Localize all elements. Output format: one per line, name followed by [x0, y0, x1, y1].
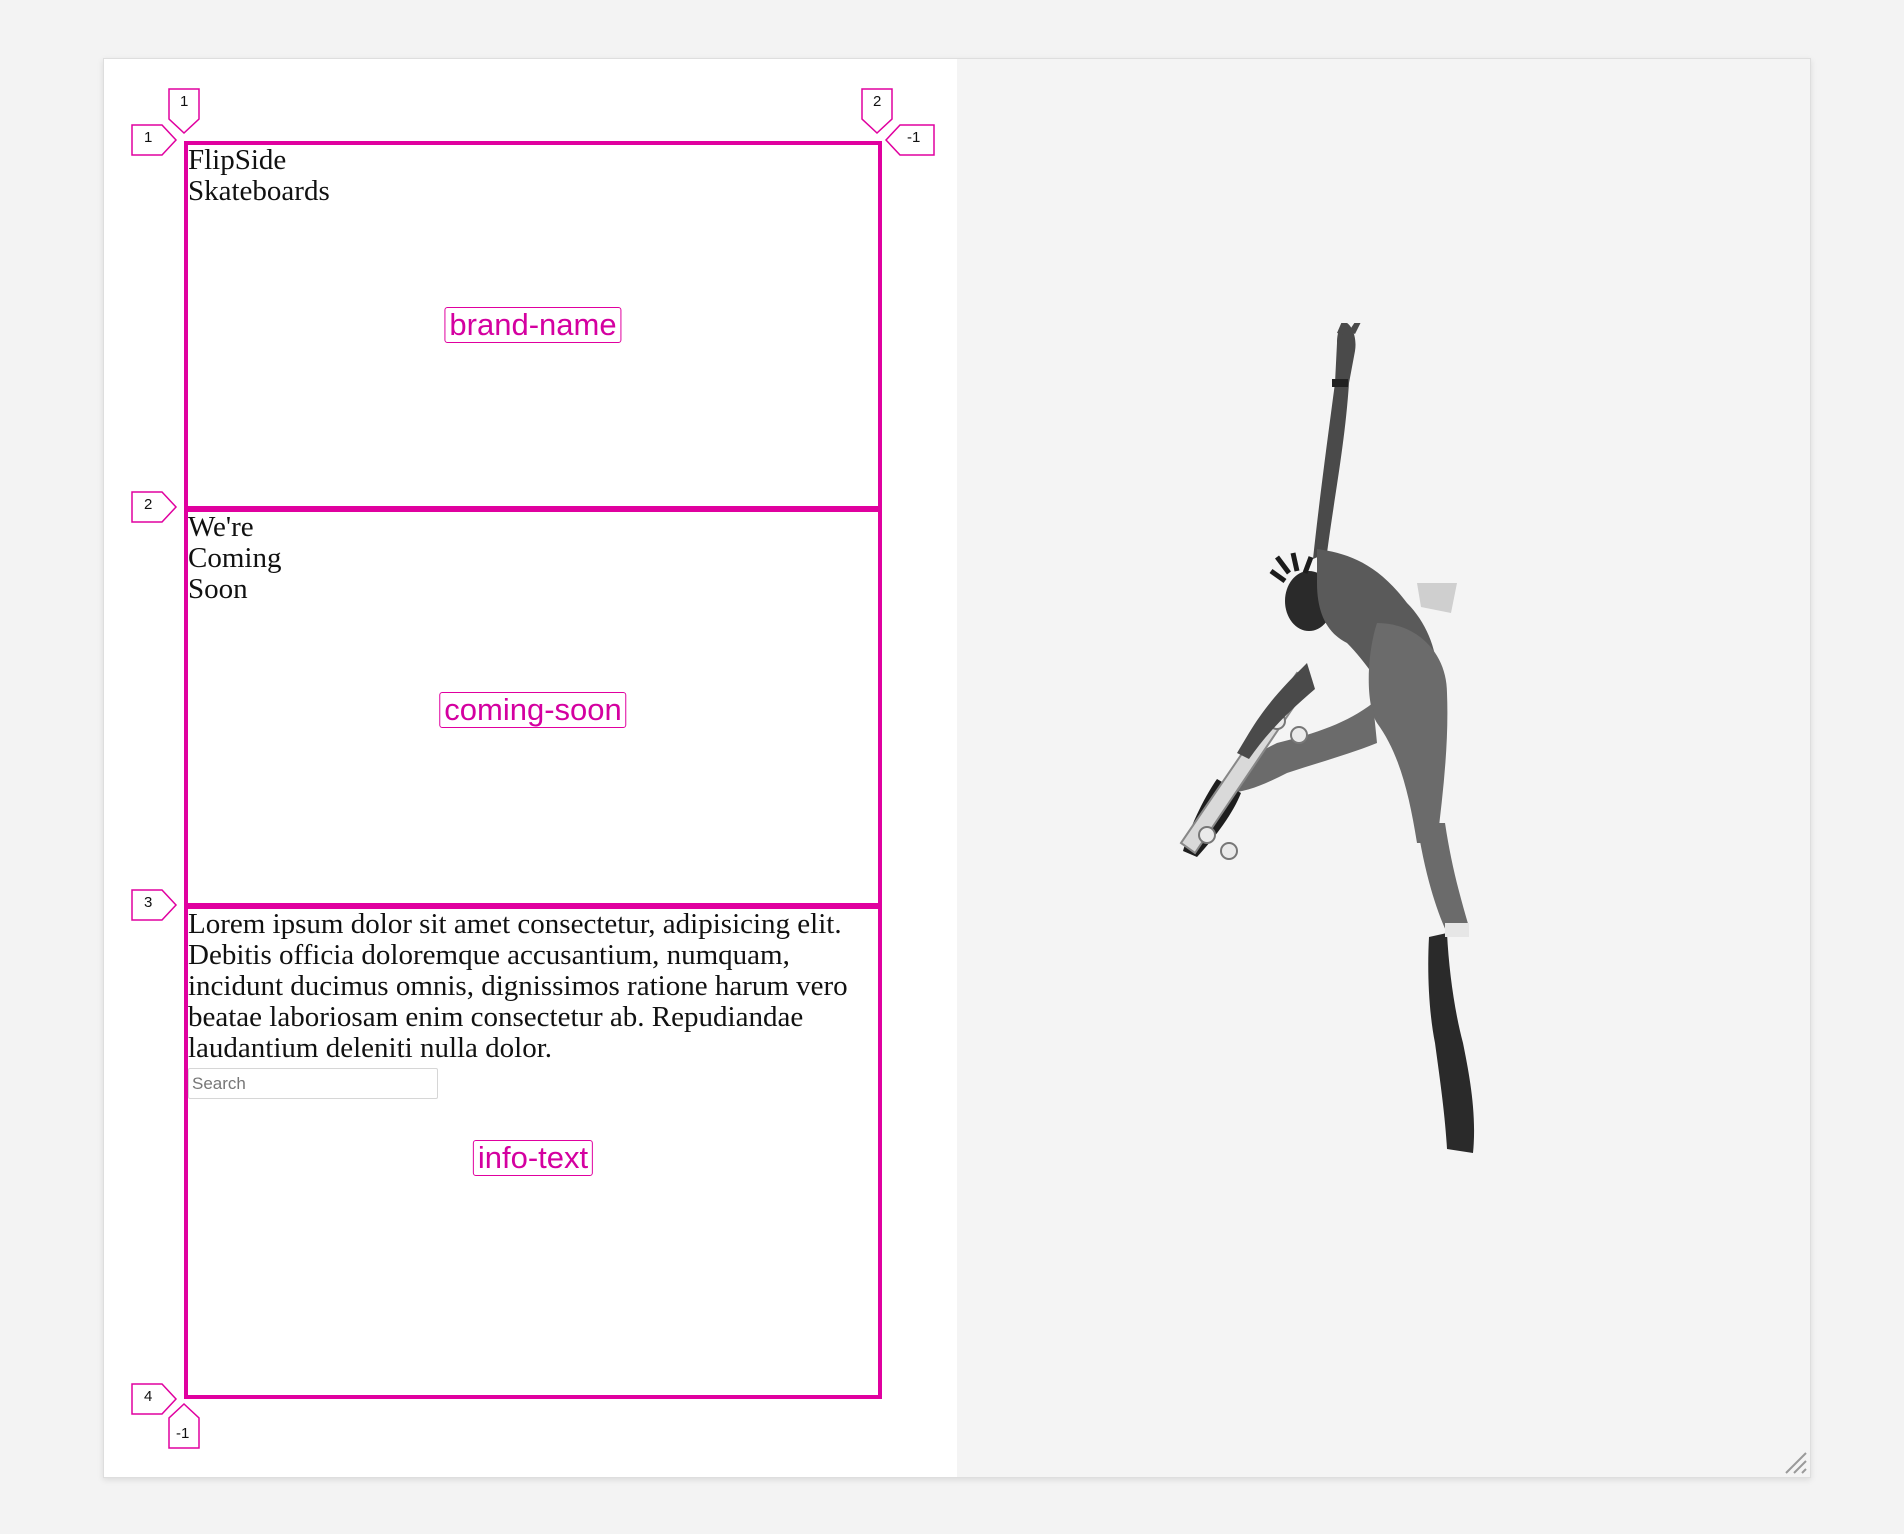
search-input[interactable]: [188, 1068, 438, 1099]
area-label-info-text: info-text: [472, 1140, 594, 1176]
info-paragraph: Lorem ipsum dolor sit amet consectetur, …: [188, 908, 848, 1064]
grid-line-badge-row-3: [131, 889, 178, 921]
grid-line-number-column-neg-1: -1: [907, 129, 921, 146]
grid-line-number-column-1: 1: [180, 93, 189, 110]
grid-area-coming-soon: We're Coming Soon coming-soon: [184, 508, 882, 907]
grid-line-badge-row-2: [131, 491, 178, 523]
image-pane: [957, 59, 1810, 1477]
grid-line-number-row-1: 1: [144, 129, 153, 146]
skateboarder-photo-icon: [1179, 323, 1475, 1153]
grid-area-info-text: Lorem ipsum dolor sit amet consectetur, …: [184, 905, 882, 1399]
grid-line-number-column-2: 2: [873, 93, 882, 110]
area-label-coming-soon: coming-soon: [439, 692, 627, 728]
brand-name: FlipSide Skateboards: [188, 144, 330, 207]
coming-soon-heading: We're Coming Soon: [188, 511, 282, 605]
grid-line-number-row-3: 3: [144, 894, 153, 911]
grid-line-number-row-4: 4: [144, 1388, 153, 1405]
area-label-brand-name: brand-name: [444, 307, 622, 343]
resize-grip-icon[interactable]: [1782, 1449, 1808, 1475]
grid-line-number-row-2: 2: [144, 496, 153, 513]
grid-line-badge-row-1: [131, 124, 178, 156]
grid-inspector-frame: FlipSide Skateboards brand-name We're Co…: [103, 58, 1811, 1478]
grid-area-brand-name: FlipSide Skateboards brand-name: [184, 141, 882, 510]
content-pane: FlipSide Skateboards brand-name We're Co…: [104, 59, 957, 1477]
grid-line-number-row-neg-1: -1: [176, 1425, 190, 1442]
